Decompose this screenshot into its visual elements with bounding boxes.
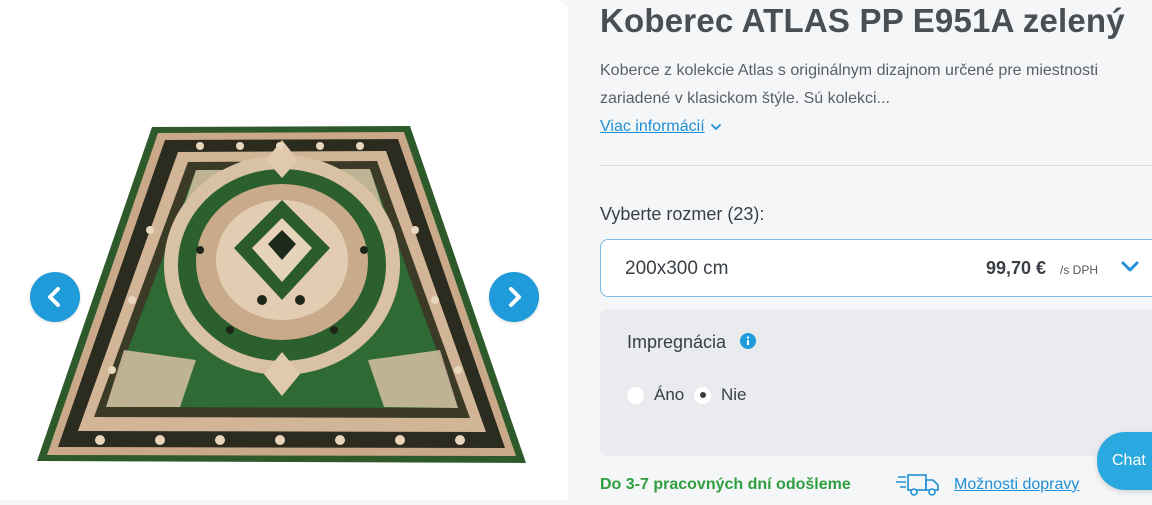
size-selected-value: 200x300 cm [625, 258, 729, 279]
product-title: Koberec ATLAS PP E951A zelený [600, 2, 1125, 39]
chat-label: Chat [1112, 452, 1146, 469]
impregnation-option-yes[interactable]: Áno [627, 385, 684, 405]
product-gallery [0, 0, 568, 500]
chevron-right-icon [509, 287, 521, 307]
impregnation-option-no[interactable]: Nie [694, 385, 747, 405]
chevron-down-icon [710, 124, 721, 130]
size-label: Vyberte rozmer (23): [600, 204, 765, 224]
info-icon[interactable] [740, 333, 756, 349]
divider [600, 165, 1152, 166]
radio-yes[interactable] [627, 386, 644, 404]
size-price-unit: /s DPH [1060, 263, 1099, 277]
product-image[interactable] [0, 0, 568, 500]
shipping-options-link[interactable]: Možnosti dopravy [954, 476, 1079, 494]
previous-image-button[interactable] [30, 272, 80, 322]
shipping-time-text: Do 3-7 pracovných dní odošleme [600, 476, 851, 493]
radio-selected-dot [699, 392, 706, 398]
size-select[interactable]: 200x300 cm 99,70 € /s DPH [600, 239, 1152, 297]
next-image-button[interactable] [489, 272, 539, 322]
more-info-link[interactable]: Viac informácií [600, 118, 721, 136]
product-info: Koberec ATLAS PP E951A zelený Koberce z … [600, 0, 1152, 500]
chevron-left-icon [48, 287, 60, 307]
chat-button[interactable]: Chat [1097, 432, 1152, 490]
impregnation-title: Impregnácia [627, 332, 727, 352]
delivery-truck-icon [896, 474, 939, 496]
product-description: Koberce z kolekcie Atlas s originálnym d… [600, 62, 1099, 107]
chevron-down-icon [1121, 261, 1139, 272]
impregnation-options: Impregnácia Áno Nie [600, 309, 1152, 456]
more-info-label: Viac informácií [600, 118, 705, 135]
radio-no-label: Nie [721, 385, 747, 404]
size-price: 99,70 € [986, 258, 1047, 278]
radio-yes-label: Áno [654, 385, 685, 404]
radio-no[interactable] [694, 386, 711, 404]
